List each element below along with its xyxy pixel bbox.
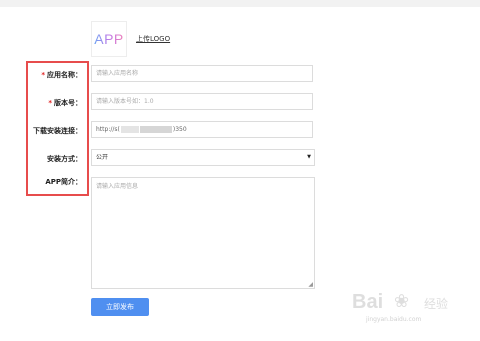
resize-handle-icon[interactable]: ◢ [308,282,313,288]
version-placeholder: 请输入版本号如：1.0 [96,98,154,105]
install-method-select[interactable]: 公开 ▼ [91,149,315,166]
watermark-brand: Bai [352,291,384,313]
download-link-prefix: http://s( [96,126,120,133]
download-link-suffix: )350 [172,126,187,133]
watermark-brand-tail: 经验 [424,297,449,311]
redacted-segment [139,126,172,133]
watermark-url: jingyan.baidu.com [366,316,422,323]
publish-button[interactable]: 立即发布 [91,298,149,316]
upload-logo-link[interactable]: 上传LOGO [136,34,170,44]
download-link-input[interactable]: http://s( )350 [91,121,313,138]
labels-highlight-box [26,61,89,196]
baidu-watermark: Bai ❀ 经验 jingyan.baidu.com [352,289,472,329]
app-intro-textarea[interactable]: 请输入应用信息 ◢ [91,177,315,289]
dropdown-caret-icon: ▼ [307,154,311,160]
install-method-value: 公开 [96,154,109,161]
paw-icon: ❀ [394,291,410,312]
logo-text: APP [94,31,124,47]
app-name-input[interactable]: 请输入应用名称 [91,65,313,82]
app-logo: APP [91,21,127,57]
redacted-segment [120,126,139,133]
app-name-placeholder: 请输入应用名称 [96,70,139,77]
top-bar [0,0,480,7]
app-intro-placeholder: 请输入应用信息 [96,183,139,190]
version-input[interactable]: 请输入版本号如：1.0 [91,93,313,110]
